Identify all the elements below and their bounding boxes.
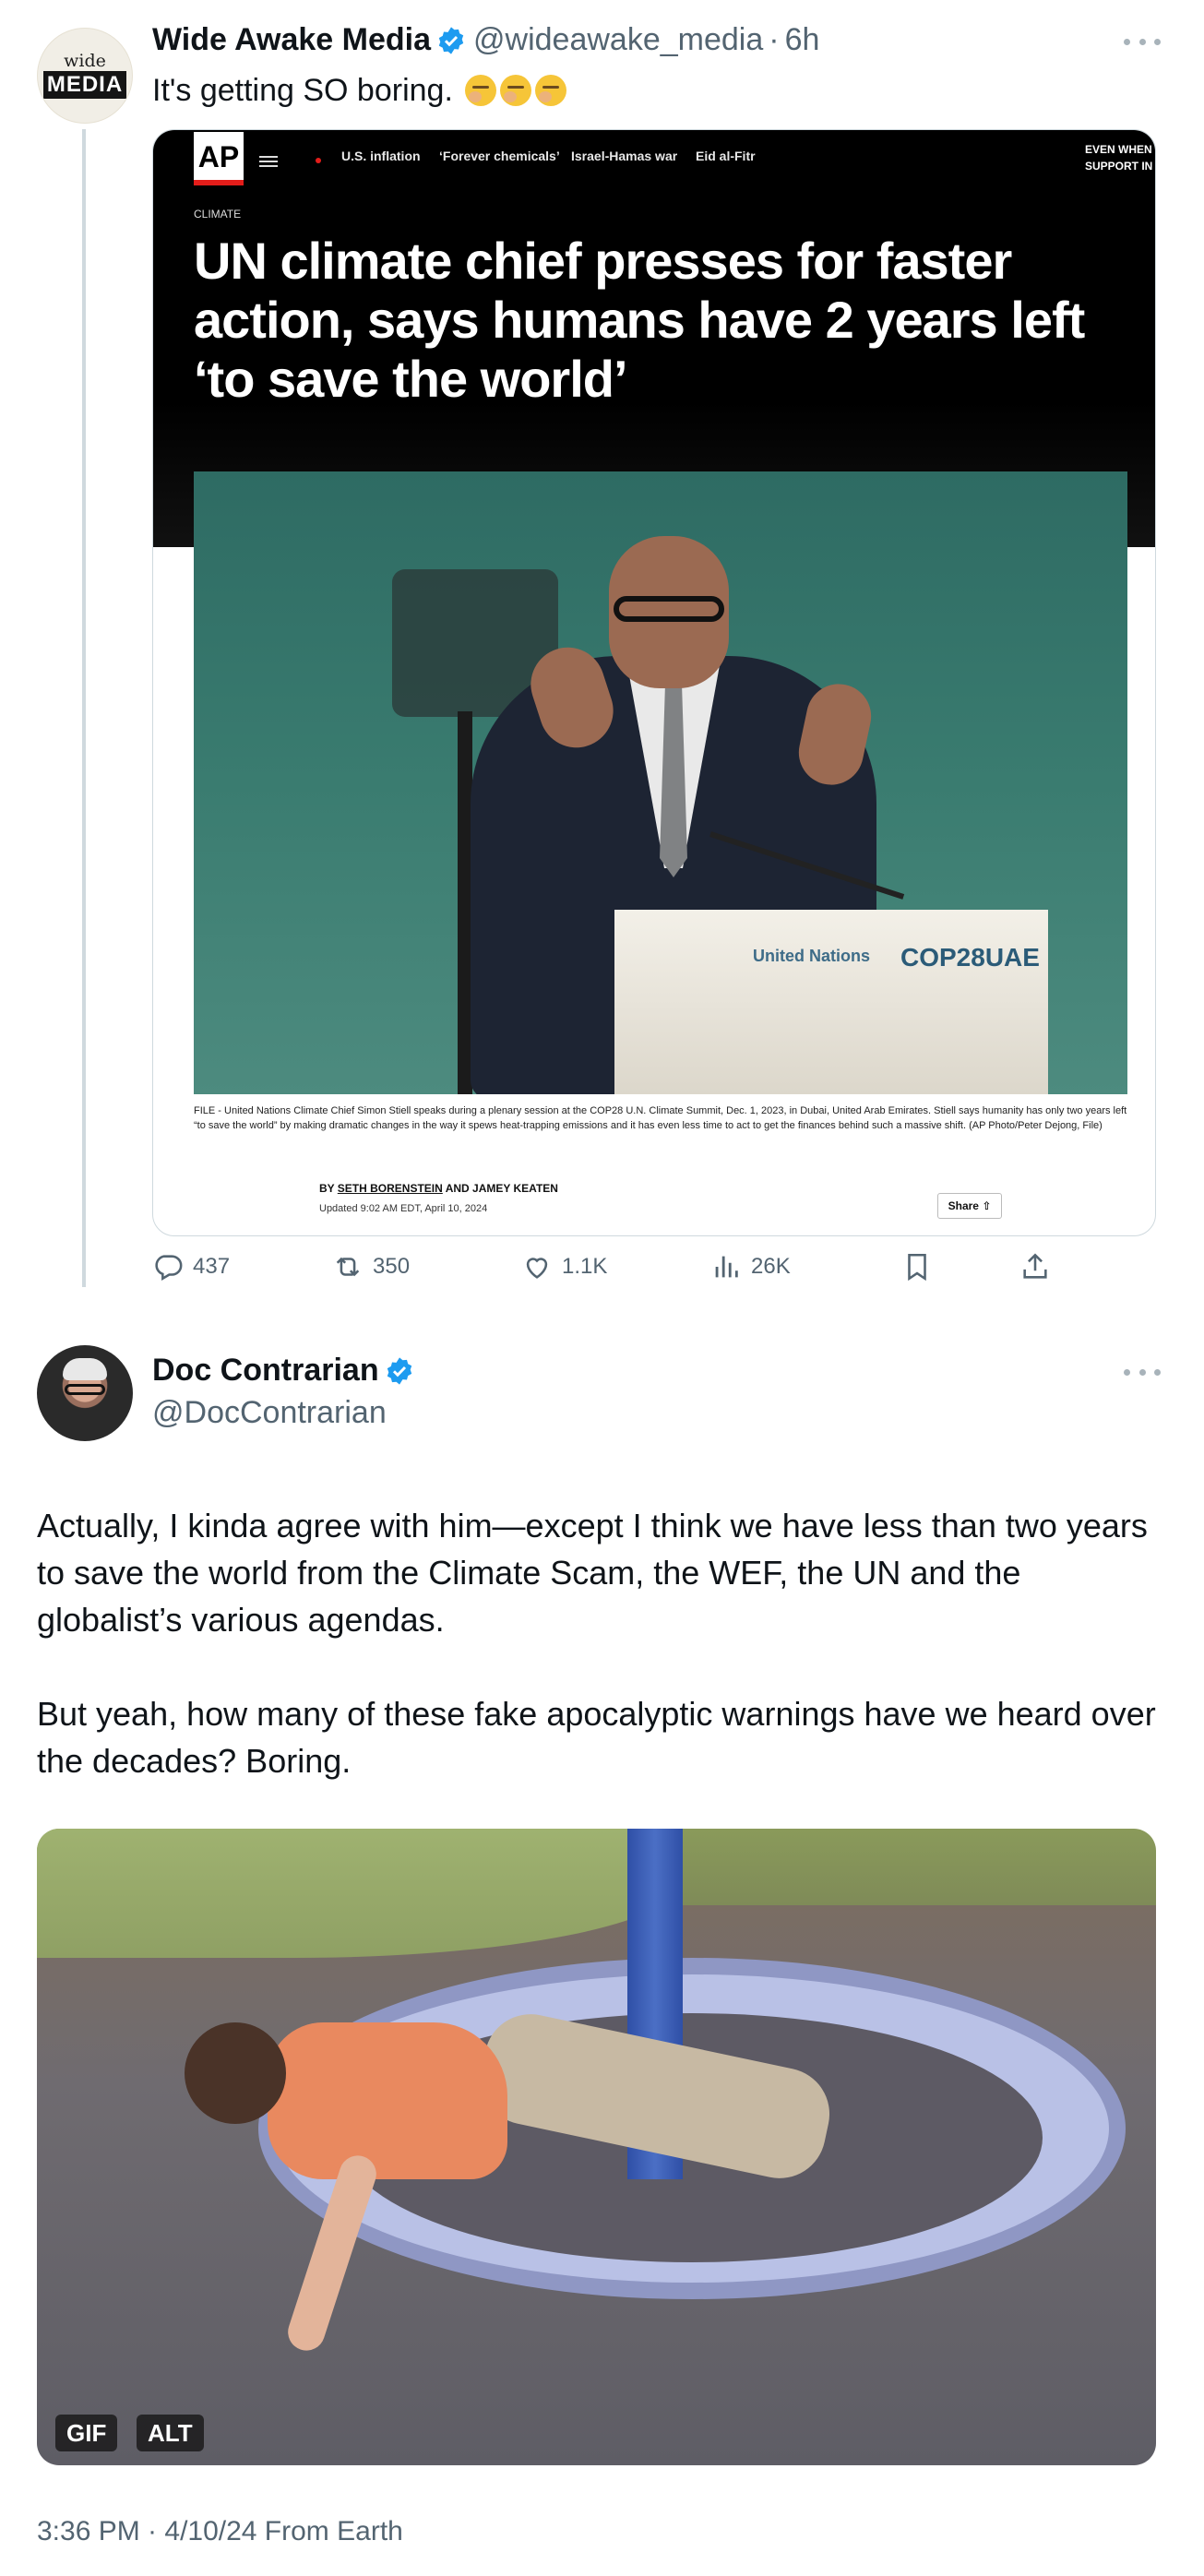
repost-icon [336,1257,360,1277]
tweet-text-content: It's getting SO boring. [152,73,453,108]
tweet-text: It's getting SO boring. [152,72,567,109]
podium: United Nations COP28UAE [614,910,1048,1094]
verified-badge-icon[interactable] [436,26,466,55]
alt-badge[interactable]: ALT [137,2415,204,2451]
avatar-text-bottom: MEDIA [43,71,126,99]
gif-child-body [268,2022,507,2179]
repost-button[interactable]: 350 [332,1251,410,1282]
tweet-handle-row: @DocContrarian [152,1395,387,1431]
tweet-header: Wide Awake Media @wideawake_media · 6h [152,22,819,58]
view-count: 26K [751,1254,791,1279]
ap-promo-text: EVEN WHEN SUPPORT IN [1085,141,1152,174]
author-handle[interactable]: @DocContrarian [152,1395,387,1431]
views-chart-icon [715,1256,738,1278]
ap-promo-line: EVEN WHEN [1085,143,1152,156]
like-count: 1.1K [562,1254,608,1279]
heart-icon [526,1258,548,1279]
yawning-face-icon [465,75,497,106]
hamburger-menu-icon [259,156,278,167]
avatar[interactable]: wide awake MEDIA [37,28,133,124]
tweet-timestamp[interactable]: 3:36 PM · 4/10/24 From Earth [37,2516,403,2547]
article-photo: United Nations COP28UAE [194,471,1127,1094]
more-options-icon[interactable] [1124,1369,1161,1380]
tweet-paragraph: Actually, I kinda agree with him—except … [37,1507,1148,1639]
tweet-header: Doc Contrarian [152,1353,414,1389]
author-name[interactable]: Wide Awake Media [152,22,431,58]
verified-badge-icon[interactable] [385,1356,414,1386]
separator-dot: · [769,22,780,57]
avatar-hair [63,1358,107,1380]
tweet-paragraph: But yeah, how many of these fake apocaly… [37,1695,1156,1780]
share-button: Share ⇧ [937,1193,1002,1219]
avatar[interactable] [37,1345,133,1441]
reply-icon [155,1255,183,1282]
byline-author-link: SETH BORENSTEIN [337,1182,443,1195]
like-button[interactable]: 1.1K [521,1251,607,1282]
live-dot-icon [316,158,321,163]
author-name[interactable]: Doc Contrarian [152,1353,379,1389]
more-options-icon[interactable] [1124,39,1161,50]
ap-article-screenshot[interactable]: AP U.S. inflation ‘Forever chemicals’ Is… [152,129,1156,1236]
share-tweet-button[interactable] [1019,1251,1060,1282]
yawning-face-icon [500,75,532,106]
tweet-body: Actually, I kinda agree with him—except … [37,1502,1162,1784]
article-byline: BY SETH BORENSTEIN AND JAMEY KEATEN [319,1182,558,1195]
ap-nav-item: Eid al-Fitr [696,149,756,163]
byline-prefix: BY [319,1182,335,1195]
ap-nav-item: U.S. inflation [341,149,421,163]
yawning-face-icon [535,75,567,106]
repost-count: 350 [373,1254,411,1279]
byline-suffix: AND JAMEY KEATEN [445,1182,558,1195]
bookmark-button[interactable] [901,1251,942,1282]
ap-nav-item: ‘Forever chemicals’ [439,149,560,163]
podium-org-label: United Nations [753,947,871,965]
podium-event-label: COP28UAE [900,943,1040,972]
share-label: Share [948,1199,979,1212]
reply-button[interactable]: 437 [152,1251,230,1282]
tweet-time[interactable]: 6h [785,22,820,58]
ap-logo: AP [194,132,244,185]
thread-connector-line [82,129,86,1287]
author-handle[interactable]: @wideawake_media [473,22,763,58]
gif-grass [37,1829,683,1958]
article-headline: UN climate chief presses for faster acti… [194,232,1085,408]
photo-caption: FILE - United Nations Climate Chief Simo… [194,1105,1127,1131]
ap-promo-line: SUPPORT IN [1085,160,1153,173]
gif-badge: GIF [55,2415,118,2451]
views-button[interactable]: 26K [710,1251,791,1282]
tweet-actions: 437 350 1.1K 26K [152,1251,1156,1288]
gif-child-head [185,2022,286,2124]
gif-media[interactable]: GIF ALT [37,1829,1156,2465]
bookmark-icon [908,1253,926,1282]
speaker-glasses [614,596,724,622]
article-category: CLIMATE [194,208,242,221]
ap-nav-item: Israel-Hamas war [571,149,678,163]
avatar-glasses [65,1384,105,1395]
share-icon [1023,1253,1047,1279]
article-updated-time: Updated 9:02 AM EDT, April 10, 2024 [319,1203,488,1214]
reply-count: 437 [193,1254,231,1279]
